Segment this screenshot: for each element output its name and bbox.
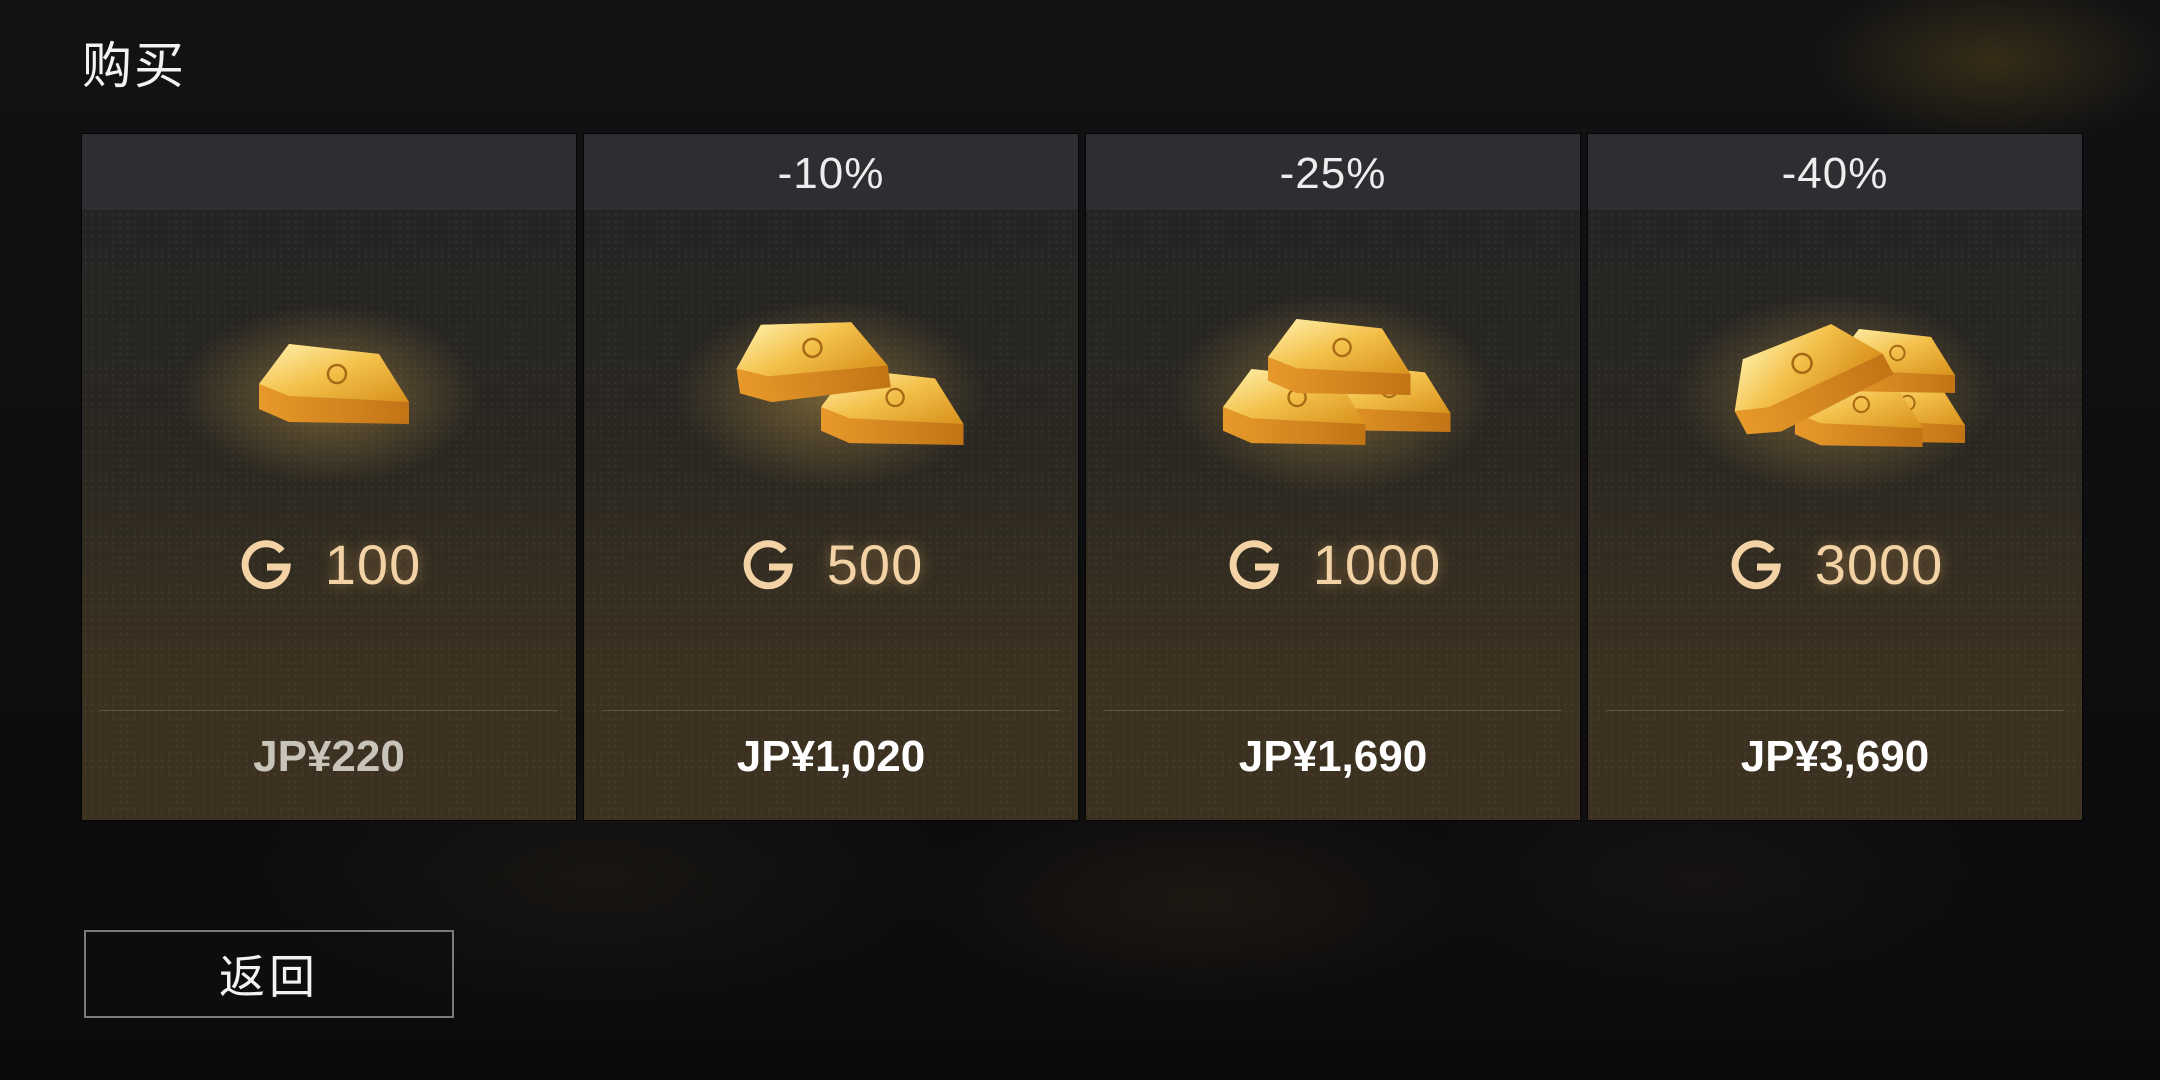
gold-bars-pile-image	[1675, 294, 1995, 494]
gold-pack-card-1000[interactable]: -25% 1000 JP¥1,690	[1086, 134, 1580, 820]
gold-pack-card-100[interactable]: 100 JP¥220	[82, 134, 576, 820]
card-header: -40%	[1588, 134, 2082, 210]
gold-bars-stack-image	[1173, 294, 1493, 494]
price-label: JP¥1,020	[736, 732, 926, 781]
discount-label: -40%	[1781, 149, 1889, 198]
gold-pack-card-500[interactable]: -10% 500 JP¥1,020	[584, 134, 1078, 820]
gold-bar-single-image	[179, 304, 479, 484]
gold-g-icon	[241, 540, 291, 590]
gold-amount: 1000	[1312, 532, 1442, 596]
price-label: JP¥220	[253, 732, 405, 781]
gold-g-icon	[1731, 540, 1781, 590]
gold-amount: 500	[826, 532, 924, 596]
amount-row: 100	[82, 524, 576, 604]
discount-label: -25%	[1279, 149, 1387, 198]
discount-label: -10%	[777, 149, 885, 198]
gold-amount: 3000	[1814, 532, 1944, 596]
price-label: JP¥3,690	[1740, 732, 1930, 781]
card-header: -10%	[584, 134, 1078, 210]
gold-g-icon	[1229, 540, 1279, 590]
gold-pack-card-3000[interactable]: -40% 3000 JP¥3,690	[1588, 134, 2082, 820]
divider	[1104, 710, 1562, 711]
divider	[1606, 710, 2064, 711]
card-header	[82, 134, 576, 210]
amount-row: 500	[584, 524, 1078, 604]
amount-row: 1000	[1086, 524, 1580, 604]
gold-bars-two-image	[676, 299, 986, 489]
divider	[602, 710, 1060, 711]
purchase-screen: 购买 100 JP¥220 -10% 500 JP¥1,020 -25% 100…	[0, 0, 2160, 1080]
amount-row: 3000	[1588, 524, 2082, 604]
back-button-label: 返回	[219, 951, 319, 1003]
price-label: JP¥1,690	[1238, 732, 1428, 781]
back-button[interactable]: 返回	[84, 930, 454, 1018]
page-title: 购买	[82, 38, 186, 94]
gold-g-icon	[743, 540, 793, 590]
gold-amount: 100	[324, 532, 422, 596]
card-header: -25%	[1086, 134, 1580, 210]
divider	[100, 710, 558, 711]
